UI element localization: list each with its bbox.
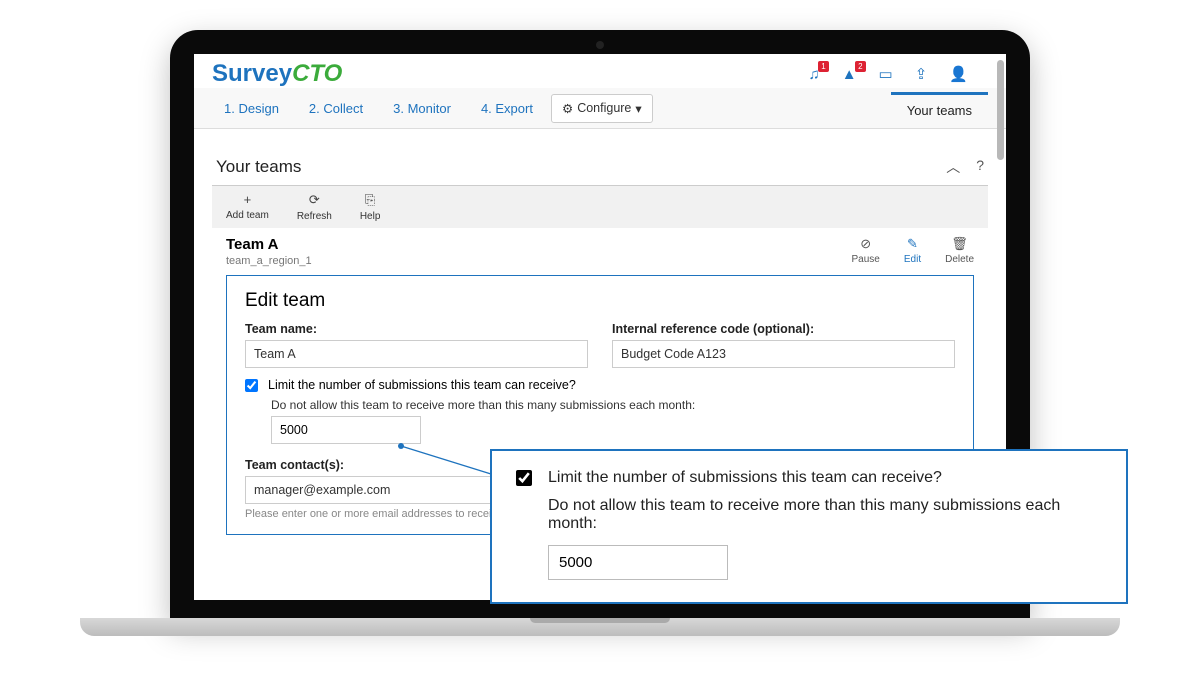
camera-dot (596, 41, 604, 49)
header-icons: ♫1 ▲2 ▭ ⇪ 👤 (808, 65, 988, 83)
team-actions: ⊘ Pause ✎ Edit 🗑 Delete (852, 236, 975, 265)
help-icon[interactable]: ? (976, 157, 984, 177)
alert-icon[interactable]: ▲2 (842, 66, 857, 83)
tab-your-teams[interactable]: Your teams (891, 92, 988, 124)
nav-configure-label: Configure (577, 101, 631, 115)
delete-button[interactable]: 🗑 Delete (945, 236, 974, 265)
nav-export[interactable]: 4. Export (469, 93, 545, 124)
ref-code-label: Internal reference code (optional): (612, 322, 955, 336)
navbar: 1. Design 2. Collect 3. Monitor 4. Expor… (194, 88, 1006, 129)
nav-configure[interactable]: ⚙ Configure ▾ (551, 94, 653, 123)
edit-label: Edit (904, 254, 921, 265)
callout-limit-input[interactable] (548, 545, 728, 580)
add-team-label: Add team (226, 210, 269, 221)
edit-icon: ✎ (907, 236, 918, 252)
callout-checkbox[interactable] (516, 470, 532, 486)
user-icon[interactable]: 👤 (949, 65, 968, 83)
badge-2: 2 (855, 61, 865, 72)
badge-1: 1 (818, 61, 828, 72)
header: SurveyCTO ♫1 ▲2 ▭ ⇪ 👤 (194, 54, 1006, 88)
ref-code-input[interactable] (612, 340, 955, 368)
callout-desc: Do not allow this team to receive more t… (516, 497, 1102, 533)
card-icon[interactable]: ▭ (879, 65, 893, 83)
headset-icon[interactable]: ♫1 (808, 66, 819, 83)
limit-desc: Do not allow this team to receive more t… (271, 398, 955, 412)
pause-button[interactable]: ⊘ Pause (852, 236, 880, 265)
limit-check-label: Limit the number of submissions this tea… (268, 378, 576, 392)
limit-input[interactable] (271, 416, 421, 444)
logo: SurveyCTO (212, 60, 342, 88)
team-name-label: Team name: (245, 322, 588, 336)
nav-collect[interactable]: 2. Collect (297, 93, 375, 124)
refresh-label: Refresh (297, 211, 332, 222)
share-icon[interactable]: ⇪ (915, 65, 928, 83)
callout-box: Limit the number of submissions this tea… (490, 449, 1128, 604)
logo-part1: Survey (212, 60, 292, 87)
caret-down-icon: ▾ (635, 101, 641, 116)
panel-header: Your teams ︿ ? (212, 149, 988, 186)
refresh-icon: ⟳ (309, 192, 320, 208)
trash-icon: 🗑 (951, 236, 968, 252)
team-id: team_a_region_1 (226, 255, 312, 267)
toolbar: + Add team ⟳ Refresh ⎘ Help (212, 186, 988, 228)
nav-design[interactable]: 1. Design (212, 93, 291, 124)
pause-label: Pause (852, 254, 880, 265)
help-label: Help (360, 211, 381, 222)
pause-icon: ⊘ (860, 236, 871, 252)
logo-part2: CTO (292, 60, 342, 87)
plus-icon: + (244, 192, 252, 207)
team-name-input[interactable] (245, 340, 588, 368)
nav-monitor[interactable]: 3. Monitor (381, 93, 463, 124)
help-tool-icon: ⎘ (365, 192, 375, 208)
edit-button[interactable]: ✎ Edit (904, 236, 921, 265)
team-row: Team A team_a_region_1 ⊘ Pause ✎ Edit (212, 228, 988, 269)
collapse-icon[interactable]: ︿ (946, 157, 960, 177)
panel-title: Your teams (216, 157, 301, 177)
delete-label: Delete (945, 254, 974, 265)
edit-heading: Edit team (245, 290, 955, 312)
team-name: Team A (226, 236, 312, 253)
refresh-button[interactable]: ⟳ Refresh (297, 192, 332, 222)
gear-icon: ⚙ (562, 101, 573, 116)
add-team-button[interactable]: + Add team (226, 192, 269, 222)
limit-checkbox[interactable] (245, 379, 258, 392)
help-button[interactable]: ⎘ Help (360, 192, 381, 222)
scrollbar-thumb[interactable] (997, 60, 1004, 160)
laptop-base (80, 618, 1120, 636)
callout-check-label: Limit the number of submissions this tea… (548, 469, 942, 487)
